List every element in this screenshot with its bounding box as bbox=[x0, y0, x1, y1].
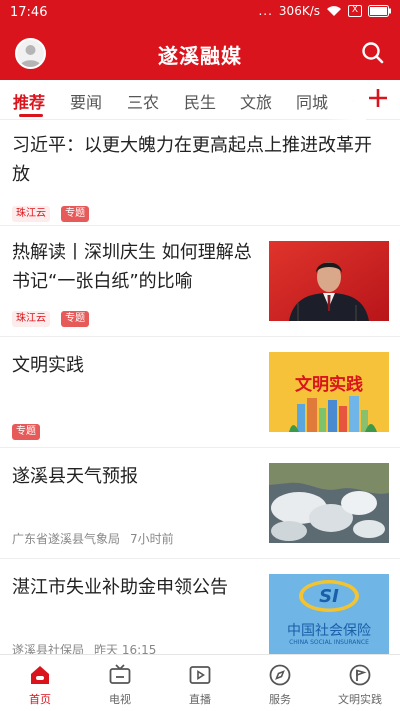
article-thumbnail bbox=[269, 241, 389, 321]
channel-tab-bar: 推荐 要闻 三农 民生 文旅 同城 健 bbox=[0, 80, 400, 120]
article-item[interactable]: 遂溪县天气预报 广东省遂溪县气象局 7小时前 bbox=[0, 448, 400, 559]
nav-label: 直播 bbox=[189, 693, 211, 706]
article-time: 昨天 16:15 bbox=[94, 643, 157, 654]
article-title: 习近平：以更大魄力在更高起点上推进改革开放 bbox=[12, 135, 372, 185]
insurance-logo-text: SI bbox=[319, 586, 339, 607]
app-header: 遂溪融媒 bbox=[0, 26, 400, 80]
tab-fade bbox=[326, 80, 366, 120]
tab-city[interactable]: 同城 bbox=[296, 89, 328, 113]
thumbnail-title: 中国社会保险 bbox=[287, 623, 371, 639]
topic-tag: 专题 bbox=[61, 206, 90, 222]
nav-service[interactable]: 服务 bbox=[240, 655, 320, 711]
nav-live[interactable]: 直播 bbox=[160, 655, 240, 711]
tab-agriculture[interactable]: 三农 bbox=[127, 89, 159, 113]
status-dots: ... bbox=[258, 4, 273, 18]
article-title: 热解读丨深圳庆生 如何理解总书记“一张白纸”的比喻 bbox=[12, 242, 252, 292]
sim-icon: X bbox=[348, 5, 362, 17]
status-indicators: ... 306K/s X bbox=[258, 4, 392, 18]
topic-tag: 专题 bbox=[12, 424, 40, 440]
source-tag: 珠江云 bbox=[12, 311, 50, 327]
portrait-photo-icon bbox=[269, 241, 389, 321]
nav-home[interactable]: 首页 bbox=[0, 655, 80, 711]
tab-culture-tourism[interactable]: 文旅 bbox=[240, 89, 272, 113]
article-thumbnail bbox=[269, 463, 389, 543]
article-tags: 珠江云 专题 bbox=[12, 306, 95, 327]
article-time: 7小时前 bbox=[130, 532, 174, 546]
satellite-cloud-map-icon bbox=[269, 463, 389, 543]
bottom-navigation: 首页 电视 直播 服务 文明实践 bbox=[0, 654, 400, 711]
nav-tv[interactable]: 电视 bbox=[80, 655, 160, 711]
article-source: 遂溪县社保局 bbox=[12, 643, 85, 654]
wifi-icon bbox=[326, 5, 342, 17]
article-item[interactable]: 湛江市失业补助金申领公告 遂溪县社保局 昨天 16:15 SI 中国社会保险 CH… bbox=[0, 559, 400, 654]
article-title: 湛江市失业补助金申领公告 bbox=[12, 577, 228, 598]
article-tags: 珠江云 专题 bbox=[12, 201, 95, 222]
article-title: 文明实践 bbox=[12, 355, 84, 376]
active-tab-indicator bbox=[19, 114, 43, 117]
nav-label: 首页 bbox=[29, 693, 51, 706]
tab-news[interactable]: 要闻 bbox=[70, 89, 102, 113]
city-skyline-icon bbox=[289, 396, 377, 432]
article-thumbnail: 文明实践 bbox=[269, 352, 389, 432]
compass-icon bbox=[269, 664, 291, 686]
home-icon bbox=[31, 666, 49, 684]
thumbnail-subtitle: CHINA SOCIAL INSURANCE bbox=[289, 639, 369, 646]
article-source: 广东省遂溪县气象局 bbox=[12, 532, 121, 546]
status-bar: 17:46 ... 306K/s X bbox=[0, 0, 400, 26]
battery-icon bbox=[368, 5, 392, 17]
tab-recommend[interactable]: 推荐 bbox=[13, 89, 45, 113]
article-item[interactable]: 热解读丨深圳庆生 如何理解总书记“一张白纸”的比喻 珠江云 专题 bbox=[0, 226, 400, 337]
nav-civilization[interactable]: 文明实践 bbox=[320, 655, 400, 711]
article-thumbnail: SI 中国社会保险 CHINA SOCIAL INSURANCE bbox=[269, 574, 389, 654]
article-tags: 专题 bbox=[12, 419, 46, 440]
app-title: 遂溪融媒 bbox=[158, 44, 242, 68]
source-tag: 珠江云 bbox=[12, 206, 50, 222]
network-speed: 306K/s bbox=[278, 4, 320, 18]
plus-icon bbox=[369, 89, 387, 107]
add-channel-button[interactable] bbox=[366, 86, 390, 110]
article-item[interactable]: 文明实践 专题 文明实践 bbox=[0, 337, 400, 448]
nav-label: 文明实践 bbox=[338, 693, 382, 706]
article-item[interactable]: 习近平：以更大魄力在更高起点上推进改革开放 珠江云 专题 bbox=[0, 121, 400, 226]
tab-livelihood[interactable]: 民生 bbox=[184, 89, 216, 113]
article-meta: 遂溪县社保局 昨天 16:15 bbox=[12, 641, 166, 654]
article-meta: 广东省遂溪县气象局 7小时前 bbox=[12, 530, 184, 547]
nav-label: 电视 bbox=[109, 693, 131, 706]
topic-tag: 专题 bbox=[61, 311, 90, 327]
flag-icon bbox=[349, 664, 371, 686]
live-icon bbox=[189, 666, 211, 684]
nav-label: 服务 bbox=[269, 693, 291, 706]
status-time: 17:46 bbox=[10, 5, 48, 20]
news-feed: 习近平：以更大魄力在更高起点上推进改革开放 珠江云 专题 热解读丨深圳庆生 如何… bbox=[0, 121, 400, 654]
tv-icon bbox=[109, 664, 131, 684]
article-title: 遂溪县天气预报 bbox=[12, 466, 138, 487]
channel-tabs: 推荐 要闻 三农 民生 文旅 同城 健 bbox=[0, 80, 366, 120]
search-button[interactable] bbox=[360, 40, 386, 66]
search-icon bbox=[362, 42, 384, 64]
